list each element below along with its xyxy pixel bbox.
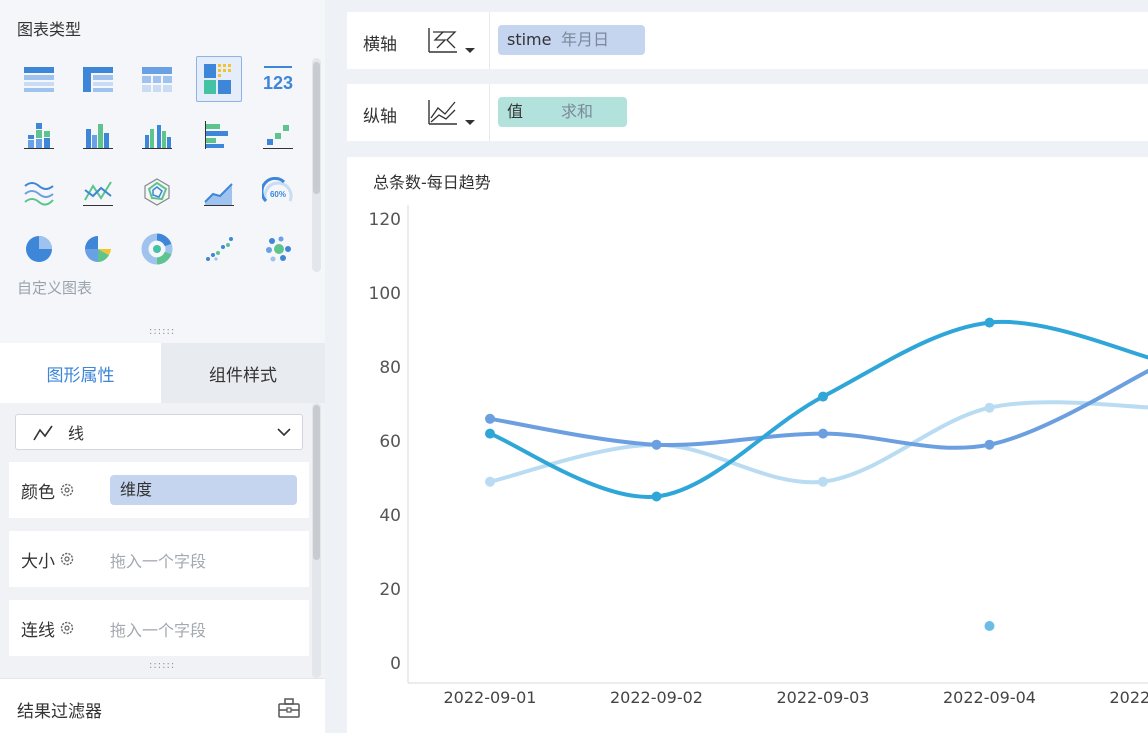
x-tick-label: 2022-09-04 [943, 688, 1036, 707]
gear-icon[interactable] [59, 620, 75, 636]
x-axis-label: 横轴 [363, 35, 397, 55]
connect-label: 连线 [21, 620, 55, 641]
resize-handle-icon[interactable]: :::::: [149, 327, 175, 337]
custom-chart-label[interactable]: 自定义图表 [17, 277, 92, 298]
data-point-series-3 [984, 402, 995, 413]
chart-type-section: 图表类型 123 60% 自定义图表:::::: [0, 0, 325, 343]
chart-type-title: 图表类型 [17, 20, 82, 39]
data-point-series-3 [485, 476, 495, 487]
isolated-data-point [984, 621, 995, 631]
data-point-series-3 [818, 476, 828, 487]
connect-property-row: 连线 拖入一个字段 [9, 600, 309, 656]
data-point-series-1 [984, 317, 995, 328]
x-tick-label: 2022-09-03 [777, 688, 870, 707]
size-drop-zone[interactable]: 拖入一个字段 [110, 548, 206, 572]
stacked-bar-icon[interactable] [16, 112, 62, 158]
x-axis-field-pill[interactable]: stime 年月日 [498, 25, 645, 55]
gear-icon[interactable] [59, 482, 75, 498]
scatter-icon[interactable] [196, 226, 242, 272]
y-tick-label: 40 [379, 506, 401, 526]
tab-graphic-properties[interactable]: 图形属性 [0, 343, 161, 403]
y-tick-label: 0 [390, 654, 401, 674]
grid-table-icon[interactable] [134, 56, 180, 102]
y-tick-label: 20 [379, 580, 401, 600]
mark-type-select[interactable]: 线 [15, 414, 303, 450]
heatmap-table-icon[interactable] [196, 56, 242, 102]
grouped-bar-icon[interactable] [75, 112, 121, 158]
step-bar-icon[interactable] [255, 112, 301, 158]
y-tick-label: 120 [369, 210, 401, 230]
series-line-1 [488, 319, 1148, 499]
data-point-series-2 [485, 413, 495, 424]
color-label: 颜色 [21, 482, 55, 503]
multi-bar-icon[interactable] [134, 112, 180, 158]
kpi-number-icon[interactable]: 123 [255, 56, 301, 102]
y-tick-label: 60 [379, 432, 401, 452]
y-axis-type-icon[interactable] [427, 98, 477, 130]
gear-icon[interactable] [59, 551, 75, 567]
gauge-icon[interactable]: 60% [255, 169, 301, 215]
connect-drop-zone[interactable]: 拖入一个字段 [110, 617, 206, 641]
x-tick-label: 2022-09-02 [610, 688, 703, 707]
filter-toolbox-icon[interactable] [277, 697, 301, 719]
x-tick-label: 2022-09-05 [1110, 688, 1148, 707]
chevron-down-icon [277, 428, 291, 437]
line-mark-icon [33, 425, 53, 441]
horizontal-bar-icon[interactable] [196, 112, 242, 158]
result-filter-title: 结果过滤器 [17, 702, 102, 722]
y-axis-field-pill[interactable]: 值 求和 [498, 97, 627, 127]
x-axis-shelf: 横轴 stime 年月日 [347, 12, 1148, 69]
line-icon[interactable] [75, 169, 121, 215]
color-field-pill[interactable]: 维度 [110, 475, 297, 505]
svg-text:123: 123 [263, 73, 293, 93]
multi-line-icon[interactable] [16, 169, 62, 215]
properties-scrollbar[interactable] [312, 403, 321, 678]
chart-type-scrollbar[interactable] [312, 58, 321, 272]
bubble-icon[interactable] [255, 226, 301, 272]
line-chart[interactable]: 0 20 40 60 80 100 120 2022-09-01 2022-09-02 2022-… [347, 157, 1148, 733]
color-property-row: 颜色 维度 [9, 462, 309, 518]
donut-icon[interactable] [134, 226, 180, 272]
left-panel: 图表类型 123 60% 自定义图表:::::: 图形属性 组件样式 线 颜色… [0, 0, 325, 733]
pie-icon[interactable] [16, 226, 62, 272]
x-axis-type-icon[interactable] [427, 26, 477, 58]
y-tick-label: 80 [379, 358, 401, 378]
result-filter-bar[interactable]: 结果过滤器 [0, 678, 325, 733]
property-tabs: 图形属性 组件样式 [0, 343, 325, 403]
series-line-3 [488, 400, 1148, 485]
radar-icon[interactable] [134, 169, 180, 215]
data-point-series-2 [818, 428, 828, 439]
data-point-series-1 [485, 428, 495, 439]
mark-type-label: 线 [68, 424, 85, 443]
svg-text:60%: 60% [270, 190, 286, 199]
data-point-series-2 [651, 439, 662, 450]
size-property-row: 大小 拖入一个字段 [9, 531, 309, 587]
data-point-series-2 [984, 439, 995, 450]
partial-pie-icon[interactable] [75, 226, 121, 272]
y-axis-shelf: 纵轴 值 求和 [347, 84, 1148, 141]
chart-card: 总条数-每日趋势 0 20 40 60 80 100 120 2022-09-01 2022-0… [347, 157, 1148, 733]
y-axis-label: 纵轴 [363, 107, 397, 127]
cross-table-icon[interactable] [75, 56, 121, 102]
resize-handle-icon[interactable]: :::::: [149, 661, 175, 671]
graphic-properties-panel: 线 颜色 维度 大小 拖入一个字段 连线 拖入一个字段 :::::: [0, 403, 325, 678]
area-icon[interactable] [196, 169, 242, 215]
tab-component-style[interactable]: 组件样式 [161, 343, 325, 403]
data-point-series-1 [818, 391, 828, 402]
data-point-series-1 [651, 491, 662, 502]
x-tick-label: 2022-09-01 [444, 688, 537, 707]
table-icon[interactable] [16, 56, 62, 102]
y-tick-label: 100 [369, 284, 401, 304]
size-label: 大小 [21, 551, 55, 572]
